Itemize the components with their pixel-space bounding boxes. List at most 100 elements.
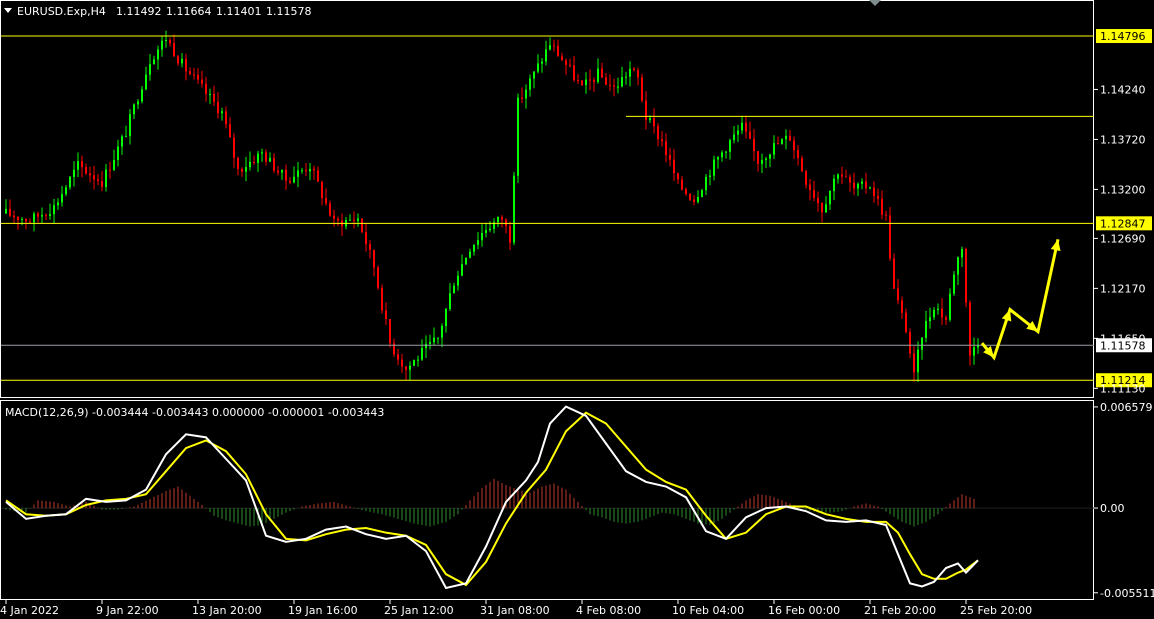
candle-body [693,199,695,203]
current-price-label: 1.11578 [1100,339,1146,352]
chart-background [0,0,1154,619]
candle-body [425,343,427,349]
candle-body [253,161,255,163]
candle-body [153,59,155,65]
candle-body [797,150,799,159]
candle-body [825,204,827,213]
candle-body [389,318,391,344]
candle-body [525,89,527,99]
candle-body [337,218,339,221]
candle-body [5,208,7,214]
candle-body [821,203,823,213]
candle-body [297,170,299,177]
candle-body [485,230,487,234]
candle-body [481,233,483,241]
candle-body [273,157,275,171]
candle-body [381,287,383,311]
candle-body [201,79,203,84]
candle-body [205,83,207,94]
candle-body [149,64,151,75]
candle-body [929,317,931,322]
candle-body [257,153,259,163]
candle-body [741,122,743,131]
candle-body [737,130,739,135]
candle-body [333,215,335,219]
candle-body [105,169,107,188]
candle-body [57,202,59,206]
candle-body [445,308,447,326]
candle-body [909,332,911,354]
candle-body [801,158,803,172]
candle-body [733,134,735,141]
candle-body [589,79,591,81]
candle-body [109,169,111,171]
price-tick-label: 1.12690 [1100,232,1146,245]
candle-body [101,181,103,188]
candle-body [933,309,935,318]
candle-body [193,74,195,76]
candle-body [605,77,607,85]
candle-body [857,183,859,189]
candle-body [973,347,975,356]
candle-body [169,40,171,44]
candle-body [889,215,891,259]
candle-body [917,349,919,373]
candle-body [517,97,519,176]
candle-body [717,157,719,160]
candle-body [865,181,867,189]
candle-body [785,135,787,140]
candle-body [61,194,63,203]
time-tick-label: 13 Jan 20:00 [192,604,262,617]
time-tick-label: 25 Feb 20:00 [960,604,1032,617]
candle-body [885,214,887,216]
candle-body [673,159,675,174]
candle-body [29,221,31,223]
candle-body [269,157,271,162]
candle-body [777,143,779,145]
candle-body [469,251,471,258]
candle-body [497,216,499,223]
candle-body [361,218,363,233]
candle-body [477,240,479,245]
candle-body [577,80,579,82]
candle-body [173,43,175,57]
candle-body [233,137,235,158]
candle-body [905,312,907,333]
candle-body [549,45,551,50]
candle-body [789,135,791,141]
candle-body [165,40,167,42]
candle-body [17,217,19,220]
candle-body [913,353,915,373]
candle-body [461,264,463,276]
candle-body [137,101,139,105]
candle-body [209,93,211,95]
candle-body [845,176,847,178]
candle-body [893,258,895,289]
candle-body [869,187,871,189]
candle-body [953,274,955,294]
candle-body [613,85,615,87]
candle-body [85,167,87,174]
candle-body [161,40,163,50]
candle-body [13,215,15,218]
candle-body [597,68,599,82]
candle-body [561,56,563,61]
candle-body [453,285,455,294]
trading-chart[interactable]: 1.147961.128471.112141.142401.137201.132… [0,0,1154,619]
ohlc-close: 1.11578 [266,5,312,18]
candle-body [117,146,119,161]
candle-body [125,136,127,138]
candle-body [33,213,35,223]
candle-body [509,226,511,243]
candle-body [81,161,83,168]
candle-body [41,215,43,217]
candle-body [949,293,951,320]
candle-body [437,337,439,339]
candle-body [685,189,687,194]
candle-body [281,169,283,173]
candle-body [625,76,627,78]
candle-body [373,249,375,268]
candle-body [553,45,555,47]
candle-body [353,219,355,221]
candle-body [645,100,647,121]
